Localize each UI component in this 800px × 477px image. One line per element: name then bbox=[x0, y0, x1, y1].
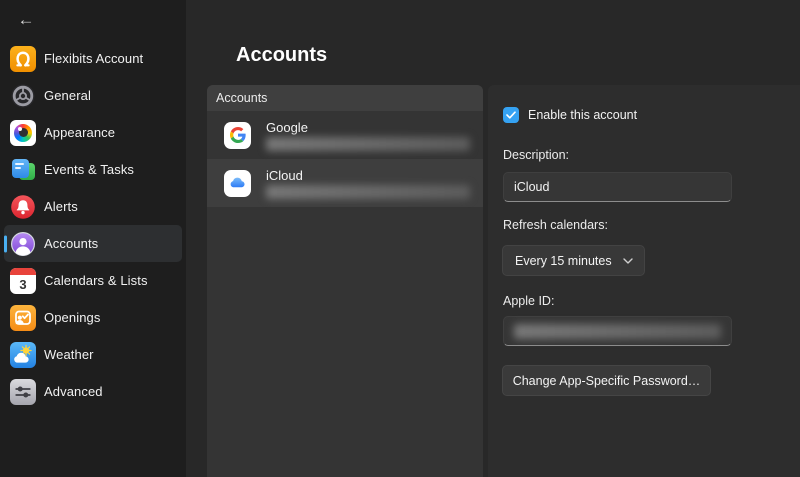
account-row-icloud[interactable]: iCloud bbox=[207, 159, 483, 207]
settings-window: ← Flexibits Account bbox=[0, 0, 800, 477]
events-tasks-icon bbox=[10, 157, 36, 183]
weather-icon bbox=[10, 342, 36, 368]
page-title: Accounts bbox=[236, 44, 327, 67]
refresh-calendars-value: Every 15 minutes bbox=[515, 254, 612, 268]
sidebar-item-label: Weather bbox=[44, 347, 94, 362]
account-name: Google bbox=[266, 120, 470, 135]
calendar-icon: 3 bbox=[10, 268, 36, 294]
selection-indicator bbox=[4, 235, 7, 252]
icloud-icon bbox=[224, 170, 251, 197]
chevron-down-icon bbox=[623, 258, 633, 264]
change-password-button[interactable]: Change App-Specific Password… bbox=[502, 365, 711, 396]
account-row-google[interactable]: Google bbox=[207, 111, 483, 159]
accounts-list-panel: Accounts Google bbox=[207, 85, 483, 477]
sidebar-item-openings[interactable]: Openings bbox=[4, 299, 182, 336]
accounts-list-header: Accounts bbox=[207, 85, 483, 111]
refresh-calendars-label: Refresh calendars: bbox=[503, 218, 608, 232]
account-name: iCloud bbox=[266, 168, 470, 183]
description-value: iCloud bbox=[514, 180, 549, 194]
enable-account-label: Enable this account bbox=[528, 108, 637, 122]
sidebar-item-appearance[interactable]: Appearance bbox=[4, 114, 182, 151]
sidebar-item-label: Openings bbox=[44, 310, 100, 325]
sidebar-item-general[interactable]: General bbox=[4, 77, 182, 114]
account-detail-panel: Enable this account Description: iCloud … bbox=[488, 85, 800, 477]
sidebar-item-label: Advanced bbox=[44, 384, 103, 399]
color-wheel-icon bbox=[10, 120, 36, 146]
sliders-icon bbox=[10, 379, 36, 405]
description-label: Description: bbox=[503, 148, 569, 162]
google-icon bbox=[224, 122, 251, 149]
redacted-email bbox=[266, 137, 470, 151]
sidebar-item-alerts[interactable]: Alerts bbox=[4, 188, 182, 225]
description-input[interactable]: iCloud bbox=[503, 172, 732, 202]
sidebar-item-label: Accounts bbox=[44, 236, 98, 251]
sidebar-item-accounts[interactable]: Accounts bbox=[4, 225, 182, 262]
refresh-calendars-dropdown[interactable]: Every 15 minutes bbox=[502, 245, 645, 276]
sidebar-item-advanced[interactable]: Advanced bbox=[4, 373, 182, 410]
sidebar-item-label: Flexibits Account bbox=[44, 51, 143, 66]
accounts-person-icon bbox=[10, 231, 36, 257]
sidebar-item-weather[interactable]: Weather bbox=[4, 336, 182, 373]
checkbox-checked-icon[interactable] bbox=[503, 107, 519, 123]
enable-account-checkbox[interactable]: Enable this account bbox=[503, 107, 637, 123]
sidebar-item-label: Alerts bbox=[44, 199, 78, 214]
redacted-email bbox=[266, 185, 470, 199]
gear-icon bbox=[10, 83, 36, 109]
bell-icon bbox=[10, 194, 36, 220]
flexibits-logo-icon bbox=[10, 46, 36, 72]
sidebar-item-label: Calendars & Lists bbox=[44, 273, 148, 288]
sidebar-nav: Flexibits Account General Appeara bbox=[4, 40, 182, 410]
apple-id-input[interactable] bbox=[503, 316, 732, 346]
openings-icon bbox=[10, 305, 36, 331]
calendar-badge: 3 bbox=[10, 275, 36, 294]
sidebar-item-flexibits-account[interactable]: Flexibits Account bbox=[4, 40, 182, 77]
sidebar-item-events-tasks[interactable]: Events & Tasks bbox=[4, 151, 182, 188]
back-button[interactable]: ← bbox=[14, 8, 38, 32]
apple-id-label: Apple ID: bbox=[503, 294, 554, 308]
redacted-apple-id bbox=[514, 324, 721, 339]
sidebar-item-label: General bbox=[44, 88, 91, 103]
sidebar-item-label: Appearance bbox=[44, 125, 115, 140]
sidebar-item-calendars-lists[interactable]: 3 Calendars & Lists bbox=[4, 262, 182, 299]
sidebar: ← Flexibits Account bbox=[0, 0, 186, 477]
sidebar-item-label: Events & Tasks bbox=[44, 162, 134, 177]
